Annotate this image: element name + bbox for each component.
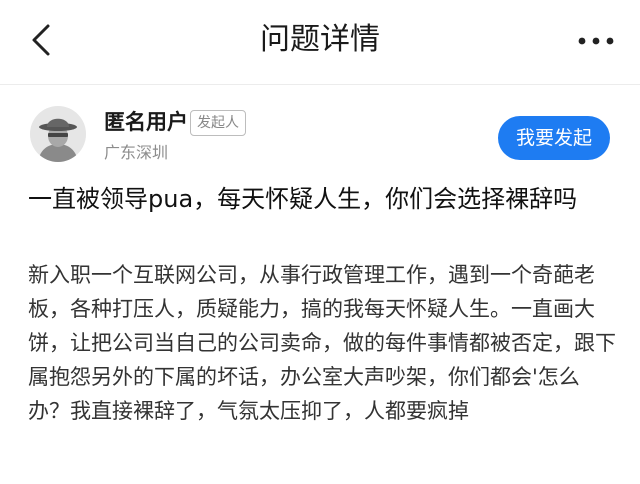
question-title: 一直被领导pua，每天怀疑人生，你们会选择裸辞吗 [28,185,578,213]
top-bar: 问题详情 [0,0,640,85]
question-body: 新入职一个互联网公司，从事行政管理工作，遇到一个奇葩老板，各种打压人，质疑能力，… [28,263,616,423]
author-section: 匿名用户 发起人 广东深圳 我要发起 [0,84,640,180]
avatar[interactable] [30,106,86,162]
initiator-badge: 发起人 [190,110,246,136]
anonymous-avatar-icon [30,106,86,162]
page-title: 问题详情 [260,22,380,57]
more-dots-icon[interactable] [576,26,616,56]
author-location: 广东深圳 [104,143,169,162]
author-name: 匿名用户 [104,110,188,134]
ask-question-button[interactable]: 我要发起 [498,116,610,160]
